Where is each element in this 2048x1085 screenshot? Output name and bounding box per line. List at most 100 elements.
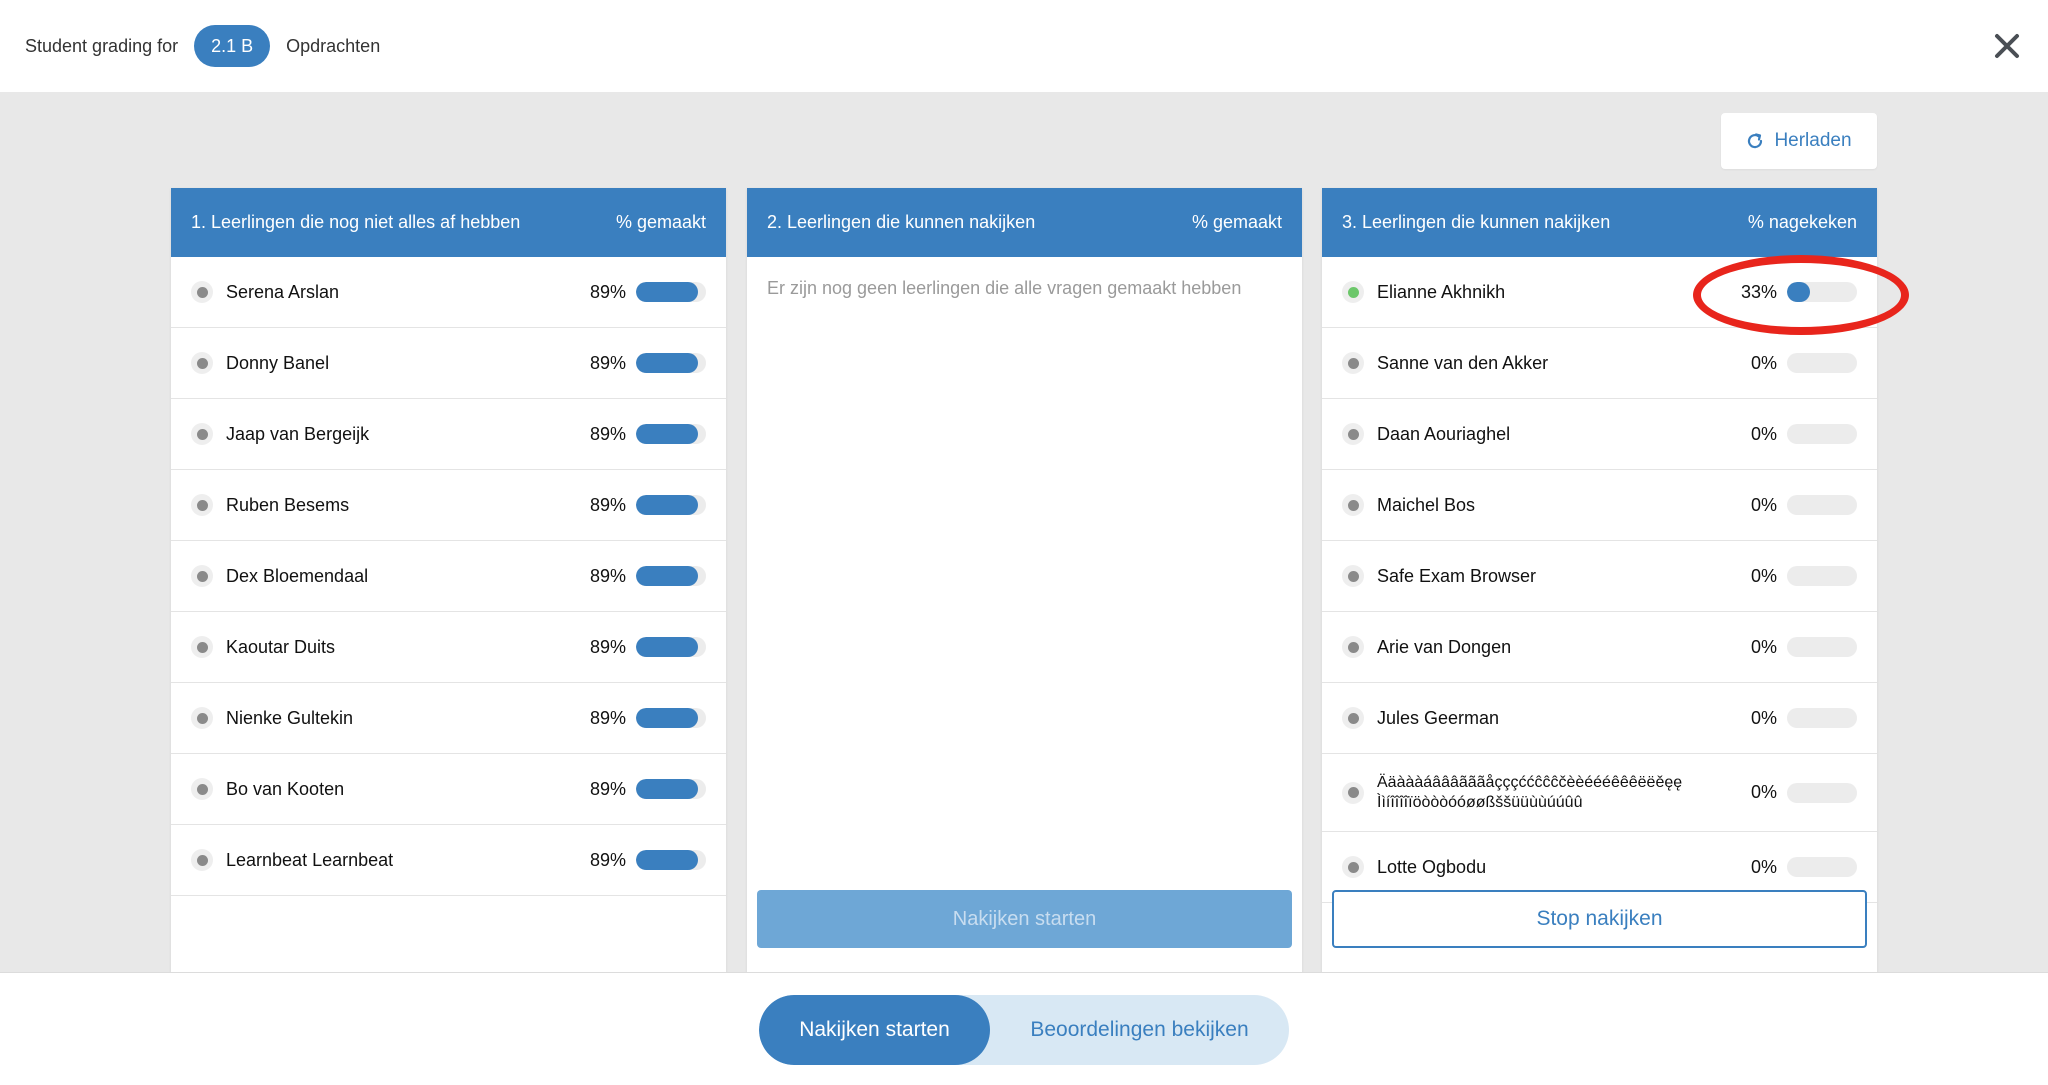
progress-fill xyxy=(636,495,699,515)
student-row[interactable]: Dex Bloemendaal 89% xyxy=(171,541,726,612)
column-header: 3. Leerlingen die kunnen nakijken % nage… xyxy=(1322,188,1877,257)
student-row[interactable]: Sanne van den Akker 0% xyxy=(1322,328,1877,399)
student-name: Jaap van Bergeijk xyxy=(226,423,370,444)
student-row[interactable]: Donny Banel 89% xyxy=(171,328,726,399)
percent-label: 33% xyxy=(1740,281,1777,302)
progress-fill xyxy=(636,353,699,373)
status-dot-icon xyxy=(191,707,213,729)
percent-label: 89% xyxy=(589,707,626,728)
status-dot-icon xyxy=(191,352,213,374)
start-grading-tab[interactable]: Nakijken starten xyxy=(759,995,990,1065)
breadcrumb[interactable]: Opdrachten xyxy=(286,36,380,57)
progress-bar xyxy=(1787,495,1857,515)
student-row[interactable]: Serena Arslan 89% xyxy=(171,257,726,328)
progress-bar xyxy=(636,779,706,799)
bottom-bar: Nakijken starten Beoordelingen bekijken xyxy=(0,972,2048,1085)
progress-bar xyxy=(1787,708,1857,728)
percent-label: 0% xyxy=(1750,494,1777,515)
percent-label: 89% xyxy=(589,494,626,515)
percent-label: 0% xyxy=(1750,782,1777,802)
refresh-icon xyxy=(1748,133,1763,149)
status-dot-icon xyxy=(191,778,213,800)
student-row[interactable]: Learnbeat Learnbeat 89% xyxy=(171,825,726,896)
student-row[interactable]: Daan Aouriaghel 0% xyxy=(1322,399,1877,470)
student-row[interactable]: Jules Geerman 0% xyxy=(1322,683,1877,754)
class-badge[interactable]: 2.1 B xyxy=(194,25,271,67)
student-row[interactable]: Safe Exam Browser 0% xyxy=(1322,541,1877,612)
column-title: 1. Leerlingen die nog niet alles af hebb… xyxy=(191,212,521,232)
column-title: 2. Leerlingen die kunnen nakijken xyxy=(767,212,1036,232)
status-dot-icon xyxy=(191,281,213,303)
reload-button[interactable]: Herladen xyxy=(1721,113,1877,169)
student-name: Kaoutar Duits xyxy=(226,636,336,657)
student-row[interactable]: Bo van Kooten 89% xyxy=(171,754,726,825)
percent-label: 0% xyxy=(1750,707,1777,728)
percent-label: 89% xyxy=(589,565,626,586)
student-row[interactable]: Jaap van Bergeijk 89% xyxy=(171,399,726,470)
view-switch: Nakijken starten Beoordelingen bekijken xyxy=(759,995,1289,1065)
status-dot-icon xyxy=(1342,565,1364,587)
empty-message: Er zijn nog geen leerlingen die alle vra… xyxy=(767,278,1242,298)
student-row[interactable]: Elianne Akhnikh 33% xyxy=(1322,257,1877,328)
student-name: Jules Geerman xyxy=(1377,707,1500,728)
percent-label: 89% xyxy=(589,423,626,444)
column-grading: 3. Leerlingen die kunnen nakijken % nage… xyxy=(1322,188,1877,972)
progress-fill xyxy=(636,424,699,444)
status-dot-icon xyxy=(1342,636,1364,658)
main-content: Herladen 1. Leerlingen die nog niet alle… xyxy=(0,92,2048,972)
student-name: Learnbeat Learnbeat xyxy=(226,849,394,870)
student-row[interactable]: Ruben Besems 89% xyxy=(171,470,726,541)
progress-bar xyxy=(636,708,706,728)
column-metric: % gemaakt xyxy=(1191,212,1282,232)
status-dot-icon xyxy=(1342,781,1364,804)
stop-grading-button[interactable]: Stop nakijken xyxy=(1332,890,1867,948)
student-row[interactable]: Maichel Bos 0% xyxy=(1322,470,1877,541)
status-dot-icon xyxy=(1342,856,1364,878)
percent-label: 0% xyxy=(1750,352,1777,373)
progress-fill xyxy=(1787,282,1811,302)
progress-bar xyxy=(1787,424,1857,444)
progress-bar xyxy=(636,424,706,444)
column-not-finished: 1. Leerlingen die nog niet alles af hebb… xyxy=(171,188,726,972)
percent-label: 89% xyxy=(589,778,626,799)
progress-fill xyxy=(636,779,699,799)
column-metric: % gemaakt xyxy=(615,212,706,232)
close-icon[interactable] xyxy=(1992,29,2022,63)
student-name: Donny Banel xyxy=(226,352,330,373)
progress-bar xyxy=(636,850,706,870)
progress-bar xyxy=(1787,282,1857,302)
status-dot-icon xyxy=(1342,494,1364,516)
progress-bar xyxy=(1787,353,1857,373)
student-row[interactable]: Kaoutar Duits 89% xyxy=(171,612,726,683)
student-name: Serena Arslan xyxy=(226,281,340,302)
student-name: Lotte Ogbodu xyxy=(1377,856,1487,877)
status-dot-icon xyxy=(191,565,213,587)
student-row[interactable]: Ääàààáâââãããåçççććĉĉĉčèèéééêêêëëěęę Ììíî… xyxy=(1322,754,1877,832)
student-list: Serena Arslan 89% Donny Banel 89% Jaap van B… xyxy=(171,257,726,896)
progress-fill xyxy=(636,282,699,302)
percent-label: 0% xyxy=(1750,565,1777,586)
column-header: 1. Leerlingen die nog niet alles af hebb… xyxy=(171,188,726,257)
progress-fill xyxy=(636,708,699,728)
progress-fill xyxy=(636,850,699,870)
student-name: Sanne van den Akker xyxy=(1377,352,1549,373)
progress-fill xyxy=(636,637,699,657)
page-title: Student grading for xyxy=(25,35,179,56)
student-row[interactable]: Arie van Dongen 0% xyxy=(1322,612,1877,683)
student-name: Ruben Besems xyxy=(226,494,350,515)
column-metric: % nagekeken xyxy=(1747,212,1857,232)
percent-label: 89% xyxy=(589,352,626,373)
student-row[interactable]: Nienke Gultekin 89% xyxy=(171,683,726,754)
top-bar: Student grading for 2.1 B Opdrachten xyxy=(0,0,2048,92)
column-can-grade: 2. Leerlingen die kunnen nakijken % gema… xyxy=(747,188,1302,972)
student-name: Daan Aouriaghel xyxy=(1377,423,1511,444)
percent-label: 89% xyxy=(589,636,626,657)
status-dot-icon xyxy=(1342,352,1364,374)
student-name: Maichel Bos xyxy=(1377,494,1476,515)
progress-bar xyxy=(1787,782,1857,803)
student-name: Bo van Kooten xyxy=(226,778,345,799)
view-assessments-tab[interactable]: Beoordelingen bekijken xyxy=(990,995,1289,1065)
progress-bar xyxy=(1787,637,1857,657)
progress-bar xyxy=(636,637,706,657)
progress-bar xyxy=(1787,857,1857,877)
